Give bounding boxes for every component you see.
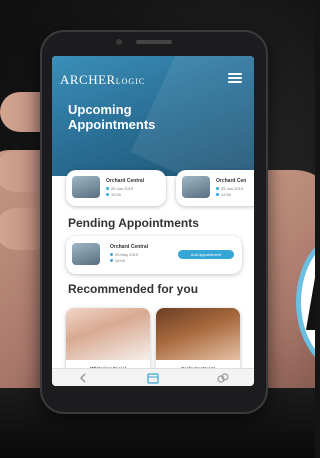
card-title: Orchard Central xyxy=(106,178,145,184)
calendar-icon xyxy=(216,187,219,190)
bottom-nav xyxy=(52,368,254,386)
badge-mark xyxy=(306,260,315,330)
venue-thumbnail xyxy=(72,243,100,265)
app-logo: ARCHERLOGIC xyxy=(60,72,145,88)
card-date: 25 Jan 2019 xyxy=(216,186,243,191)
facial-photo xyxy=(66,308,150,360)
card-time: 18:00 xyxy=(110,258,125,263)
upcoming-title: Upcoming Appointments xyxy=(68,102,156,132)
recommended-title: Recommended for you xyxy=(68,282,199,296)
pending-card[interactable]: Orchard Central 25 May 2019 18:00 Add ap… xyxy=(66,236,242,274)
calendar-icon xyxy=(110,253,113,256)
venue-thumbnail xyxy=(182,176,210,198)
upcoming-card[interactable]: Orchard Cen 25 Jan 2019 12:00 xyxy=(176,170,254,206)
pending-title: Pending Appointments xyxy=(68,216,199,230)
card-date: 25 Jan 2019 xyxy=(106,186,133,191)
front-camera xyxy=(116,39,122,45)
card-time: 12:00 xyxy=(216,192,231,197)
card-title: Orchard Central xyxy=(110,244,149,250)
logo-sub: LOGIC xyxy=(115,77,146,86)
link-icon[interactable] xyxy=(216,372,230,384)
card-title: Orchard Cen xyxy=(216,178,247,184)
card-date: 25 May 2019 xyxy=(110,252,138,257)
photo-scene: ARCHERLOGIC Upcoming Appointments Orchar… xyxy=(0,0,315,458)
venue-thumbnail xyxy=(72,176,100,198)
menu-icon[interactable] xyxy=(228,73,242,83)
calendar-icon[interactable] xyxy=(146,372,160,384)
clock-icon xyxy=(106,193,109,196)
hero-header: ARCHERLOGIC Upcoming Appointments xyxy=(52,56,254,207)
back-chevron-icon[interactable] xyxy=(76,372,90,384)
smartphone: ARCHERLOGIC Upcoming Appointments Orchar… xyxy=(40,30,268,414)
upcoming-card[interactable]: Orchard Central 25 Jan 2019 12:00 xyxy=(66,170,166,206)
clock-icon xyxy=(216,193,219,196)
scalp-photo xyxy=(156,308,240,360)
clock-icon xyxy=(110,259,113,262)
logo-main: ARCHER xyxy=(60,72,116,87)
app-screen: ARCHERLOGIC Upcoming Appointments Orchar… xyxy=(52,56,254,386)
calendar-icon xyxy=(106,187,109,190)
card-time: 12:00 xyxy=(106,192,121,197)
speaker-grille xyxy=(136,40,172,44)
add-appointment-button[interactable]: Add appointment xyxy=(178,250,234,259)
